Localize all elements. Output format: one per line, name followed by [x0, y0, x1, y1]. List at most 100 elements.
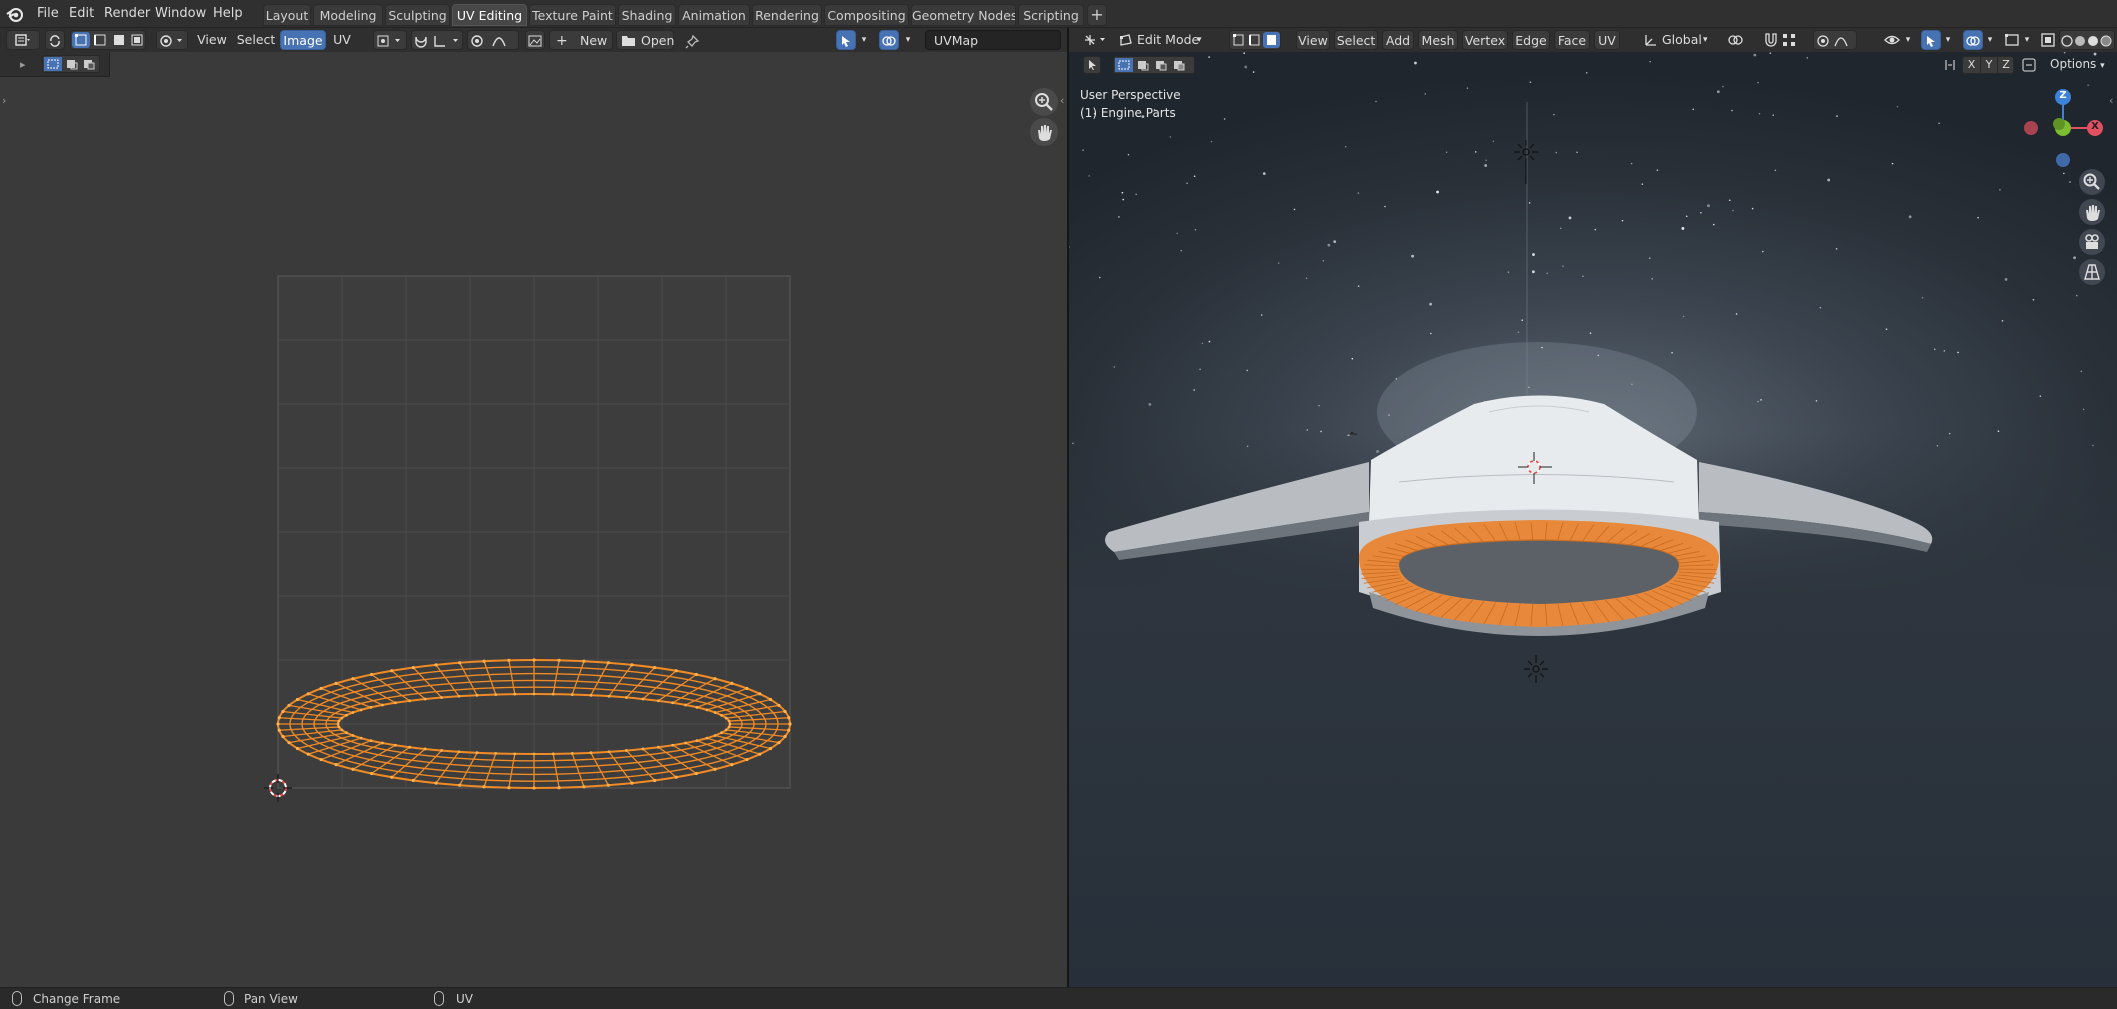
- menu-view[interactable]: View: [196, 30, 228, 50]
- star: [1836, 115, 1838, 117]
- new-image-button[interactable]: + New: [549, 30, 613, 50]
- menu-file[interactable]: File: [35, 5, 61, 23]
- zoom-view-button[interactable]: [1030, 88, 1058, 116]
- mesh-edit-overlay-icon[interactable]: [2004, 32, 2020, 48]
- snap-magnet-icon: [415, 36, 458, 48]
- xray-toggle-icon[interactable]: [2040, 32, 2056, 48]
- pivot-point-icon[interactable]: [1727, 32, 1743, 48]
- uv-sync-gizmo-toggle[interactable]: [836, 30, 856, 50]
- star: [1997, 430, 2000, 432]
- tab-uv-editing[interactable]: UV Editing: [452, 4, 527, 26]
- overlays-toggle[interactable]: [879, 30, 899, 50]
- uv-editor-canvas[interactable]: ▸ › ‹: [0, 52, 1067, 987]
- menu-edge[interactable]: Edge: [1512, 30, 1550, 50]
- menu-help[interactable]: Help: [211, 5, 245, 23]
- menu-select[interactable]: Select: [235, 30, 277, 50]
- gizmo-dropdown-chevron-icon[interactable]: ▾: [857, 30, 871, 50]
- blender-logo-icon[interactable]: [6, 5, 24, 23]
- overlays-dropdown-chevron-icon[interactable]: ▾: [901, 30, 915, 50]
- menu-mesh[interactable]: Mesh: [1418, 30, 1458, 50]
- light-object-bottom-icon[interactable]: [1524, 655, 1548, 683]
- menu-uv-3d[interactable]: UV: [1594, 30, 1620, 50]
- menu-vertex[interactable]: Vertex: [1462, 30, 1508, 50]
- 3d-editor-type-dropdown[interactable]: [1082, 30, 1110, 50]
- overlays-3d-toggle[interactable]: [1963, 30, 1983, 50]
- menu-edit[interactable]: Edit: [67, 5, 96, 23]
- menu-window[interactable]: Window: [153, 5, 208, 23]
- editor-type-dropdown[interactable]: [6, 30, 40, 50]
- star: [1344, 145, 1347, 148]
- tab-shading[interactable]: Shading: [618, 4, 676, 26]
- uv-vertex: [287, 740, 291, 745]
- tab-compositing[interactable]: Compositing: [824, 4, 909, 26]
- viewport-header: Edit Mode ▾ View Select Add Mesh Vertex …: [1069, 28, 2117, 52]
- gizmo-neg-z-axis[interactable]: [2056, 153, 2070, 167]
- menu-add[interactable]: Add: [1382, 30, 1414, 50]
- transform-orientation-dropdown[interactable]: Global ▾: [1641, 30, 1713, 50]
- gizmo-neg-y-axis[interactable]: [2053, 118, 2065, 130]
- tab-geometry-nodes[interactable]: Geometry Nodes: [911, 4, 1016, 26]
- auto-merge-icon[interactable]: [2021, 57, 2037, 73]
- visibility-eye-icon[interactable]: [1884, 32, 1900, 48]
- mirror-y-toggle[interactable]: Y: [1980, 57, 1997, 73]
- star: [1277, 262, 1280, 264]
- sync-selection-toggle[interactable]: [45, 30, 65, 50]
- sidebar-arrow-icon[interactable]: ‹: [2109, 94, 2113, 107]
- mirror-x-toggle[interactable]: X: [1963, 57, 1980, 73]
- camera-view-button[interactable]: [2079, 229, 2105, 255]
- zoom-3d-button[interactable]: [2079, 169, 2105, 195]
- tab-texture-paint[interactable]: Texture Paint: [529, 4, 616, 26]
- image-browse-button[interactable]: [525, 30, 545, 50]
- visibility-chevron-icon[interactable]: ▾: [1902, 30, 1914, 50]
- uvmap-field[interactable]: UVMap: [925, 30, 1061, 50]
- pan-view-button[interactable]: [1030, 118, 1058, 146]
- menu-view-3d[interactable]: View: [1296, 30, 1330, 50]
- uv-vertex: [411, 778, 415, 783]
- spaceship-mesh[interactable]: [1105, 395, 1933, 637]
- snap-target-icon[interactable]: [1781, 32, 1797, 48]
- snap-icon[interactable]: [1763, 32, 1779, 48]
- star: [1707, 204, 1710, 208]
- gizmo-neg-x-axis[interactable]: [2024, 121, 2038, 135]
- menu-render[interactable]: Render: [102, 5, 152, 23]
- mesh-overlay-chevron-icon[interactable]: ▾: [2021, 30, 2033, 50]
- mirror-icon[interactable]: [1943, 58, 1957, 72]
- uv-vertex: [653, 778, 657, 783]
- tab-animation[interactable]: Animation: [678, 4, 750, 26]
- box-select-3d-group[interactable]: [1113, 56, 1195, 74]
- proportional-editing-group[interactable]: [467, 30, 519, 50]
- pivot-point-dropdown[interactable]: [373, 30, 407, 50]
- star: [1186, 182, 1188, 185]
- open-image-button[interactable]: Open: [616, 30, 674, 50]
- shading-mode-group[interactable]: [2059, 30, 2115, 50]
- star: [1484, 164, 1488, 167]
- gizmos-toggle[interactable]: [1921, 30, 1941, 50]
- menu-image[interactable]: Image: [280, 30, 326, 50]
- tab-sculpting[interactable]: Sculpting: [385, 4, 450, 26]
- perspective-toggle-button[interactable]: [2079, 259, 2105, 285]
- add-workspace-button[interactable]: +: [1087, 4, 1107, 26]
- light-object-top-icon[interactable]: [1514, 140, 1538, 184]
- options-dropdown[interactable]: Options ▾: [2050, 57, 2105, 71]
- gizmos-chevron-icon[interactable]: ▾: [1942, 30, 1954, 50]
- sticky-selection-dropdown[interactable]: [156, 30, 188, 50]
- uv-vertex: [727, 719, 731, 723]
- tab-rendering[interactable]: Rendering: [752, 4, 822, 26]
- mirror-z-toggle[interactable]: Z: [1997, 57, 2014, 73]
- 3d-viewport[interactable]: User Perspective (1) Engine Parts Z X X …: [1069, 52, 2117, 987]
- tab-modeling[interactable]: Modeling: [313, 4, 383, 26]
- tool-expand-button[interactable]: [1083, 56, 1101, 74]
- pin-icon[interactable]: [684, 34, 700, 50]
- tab-layout[interactable]: Layout: [263, 4, 311, 26]
- menu-face[interactable]: Face: [1554, 30, 1590, 50]
- mode-dropdown[interactable]: Edit Mode ▾: [1117, 30, 1207, 50]
- overlays-3d-chevron-icon[interactable]: ▾: [1984, 30, 1996, 50]
- menu-uv[interactable]: UV: [330, 30, 354, 50]
- snapping-group[interactable]: [411, 30, 463, 50]
- star: [1069, 246, 1070, 248]
- menu-select-3d[interactable]: Select: [1334, 30, 1378, 50]
- pan-3d-button[interactable]: [2079, 199, 2105, 225]
- proportional-editing-3d-group[interactable]: [1813, 30, 1857, 50]
- star: [1445, 151, 1448, 154]
- tab-scripting[interactable]: Scripting: [1018, 4, 1084, 26]
